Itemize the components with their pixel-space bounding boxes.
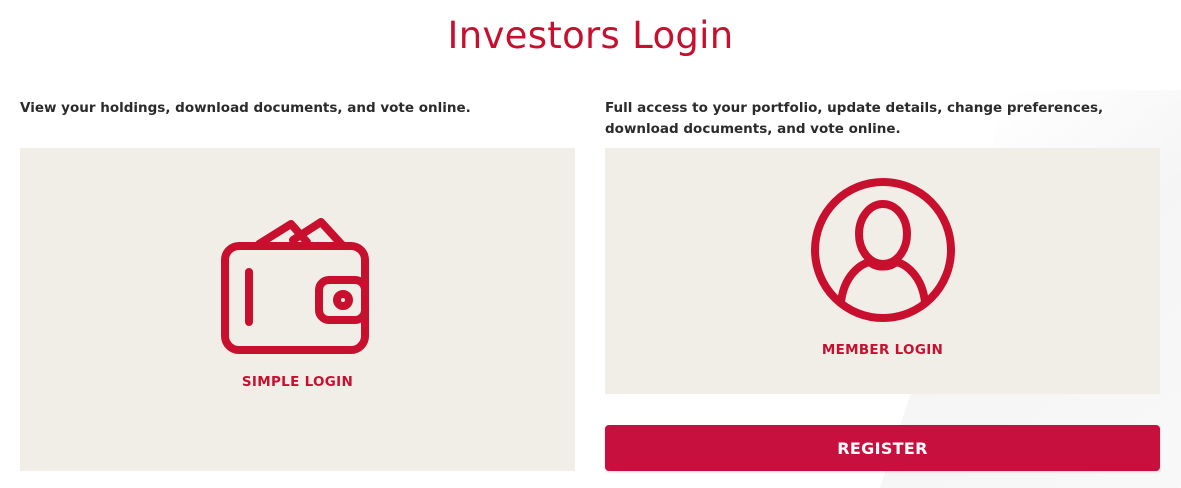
simple-login-description: View your holdings, download documents, … [20, 100, 471, 116]
simple-login-label: SIMPLE LOGIN [241, 374, 354, 390]
member-login-card[interactable]: MEMBER LOGIN [605, 148, 1160, 394]
member-login-label: MEMBER LOGIN [821, 342, 944, 358]
register-button[interactable]: REGISTER [605, 425, 1160, 471]
page-title: Investors Login [447, 14, 734, 57]
investors-login-page: Investors Login View your holdings, down… [0, 0, 1181, 488]
simple-login-card[interactable]: SIMPLE LOGIN [20, 148, 575, 471]
user-avatar-icon [811, 178, 955, 322]
member-login-description: Full access to your portfolio, update de… [605, 100, 1104, 137]
wallet-icon [221, 218, 369, 354]
